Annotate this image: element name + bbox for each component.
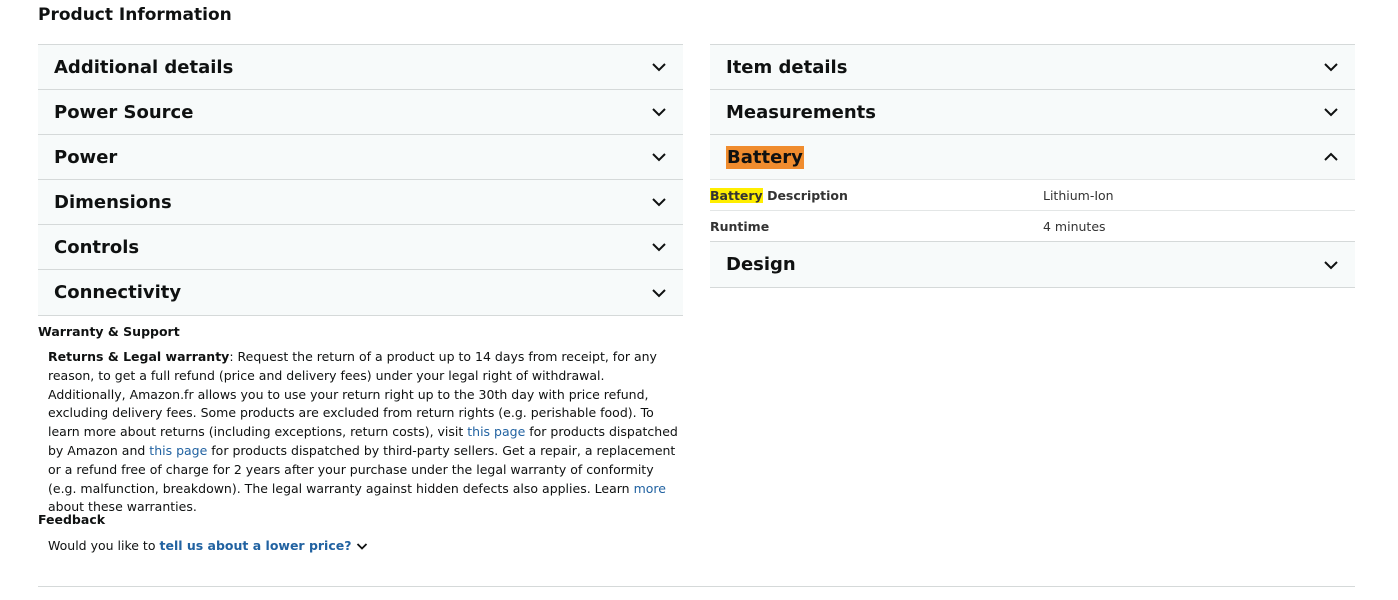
section-item-details[interactable]: Item details [710, 44, 1355, 89]
section-label: Item details [726, 56, 848, 78]
chevron-down-icon [651, 285, 667, 301]
chevron-down-icon [1323, 257, 1339, 273]
section-controls[interactable]: Controls [38, 224, 683, 269]
warranty-title: Returns & Legal warranty [48, 349, 230, 364]
chevron-down-icon [651, 149, 667, 165]
feedback-heading: Feedback [38, 512, 106, 527]
chevron-down-icon[interactable] [356, 540, 368, 552]
section-label: Battery [726, 145, 804, 169]
section-power[interactable]: Power [38, 134, 683, 179]
runtime-row: Runtime 4 minutes [710, 210, 1355, 241]
section-label: Design [726, 254, 796, 275]
section-design[interactable]: Design [710, 241, 1355, 288]
detail-key: Battery Description [710, 187, 1043, 203]
chevron-down-icon [1323, 104, 1339, 120]
detail-key-rest: Description [762, 187, 848, 203]
section-connectivity[interactable]: Connectivity [38, 269, 683, 316]
section-label: Measurements [726, 101, 876, 123]
chevron-down-icon [651, 59, 667, 75]
section-label: Dimensions [54, 191, 172, 213]
right-accordion: Item details Measurements Battery Batter… [710, 44, 1355, 288]
detail-value: Lithium-Ion [1043, 187, 1114, 203]
section-label: Additional details [54, 56, 234, 78]
detail-value: 4 minutes [1043, 218, 1106, 234]
section-measurements[interactable]: Measurements [710, 89, 1355, 134]
feedback-prompt: Would you like to [48, 538, 156, 553]
chevron-up-icon [1323, 149, 1339, 165]
divider [38, 586, 1355, 587]
chevron-down-icon [651, 239, 667, 255]
section-battery[interactable]: Battery [710, 134, 1355, 179]
section-dimensions[interactable]: Dimensions [38, 179, 683, 224]
section-additional-details[interactable]: Additional details [38, 44, 683, 89]
section-power-source[interactable]: Power Source [38, 89, 683, 134]
feedback-line: Would you like to tell us about a lower … [48, 538, 368, 553]
battery-description-row: Battery Description Lithium-Ion [710, 179, 1355, 210]
highlighted-term: Battery [710, 187, 763, 203]
returns-page-link-amazon[interactable]: this page [467, 424, 525, 439]
page-title: Product Information [38, 5, 232, 25]
detail-key: Runtime [710, 218, 770, 234]
section-label: Power [54, 146, 118, 168]
section-label: Power Source [54, 101, 194, 123]
section-label: Connectivity [54, 282, 182, 303]
warranty-text: Returns & Legal warranty: Request the re… [48, 348, 684, 517]
left-accordion: Additional details Power Source Power Di… [38, 44, 683, 316]
lower-price-link[interactable]: tell us about a lower price? [159, 538, 351, 553]
section-label: Controls [54, 236, 140, 258]
chevron-down-icon [651, 104, 667, 120]
warranty-more-link[interactable]: more [634, 481, 666, 496]
chevron-down-icon [651, 194, 667, 210]
chevron-down-icon [1323, 59, 1339, 75]
warranty-heading: Warranty & Support [38, 324, 180, 339]
returns-page-link-sellers[interactable]: this page [149, 443, 207, 458]
